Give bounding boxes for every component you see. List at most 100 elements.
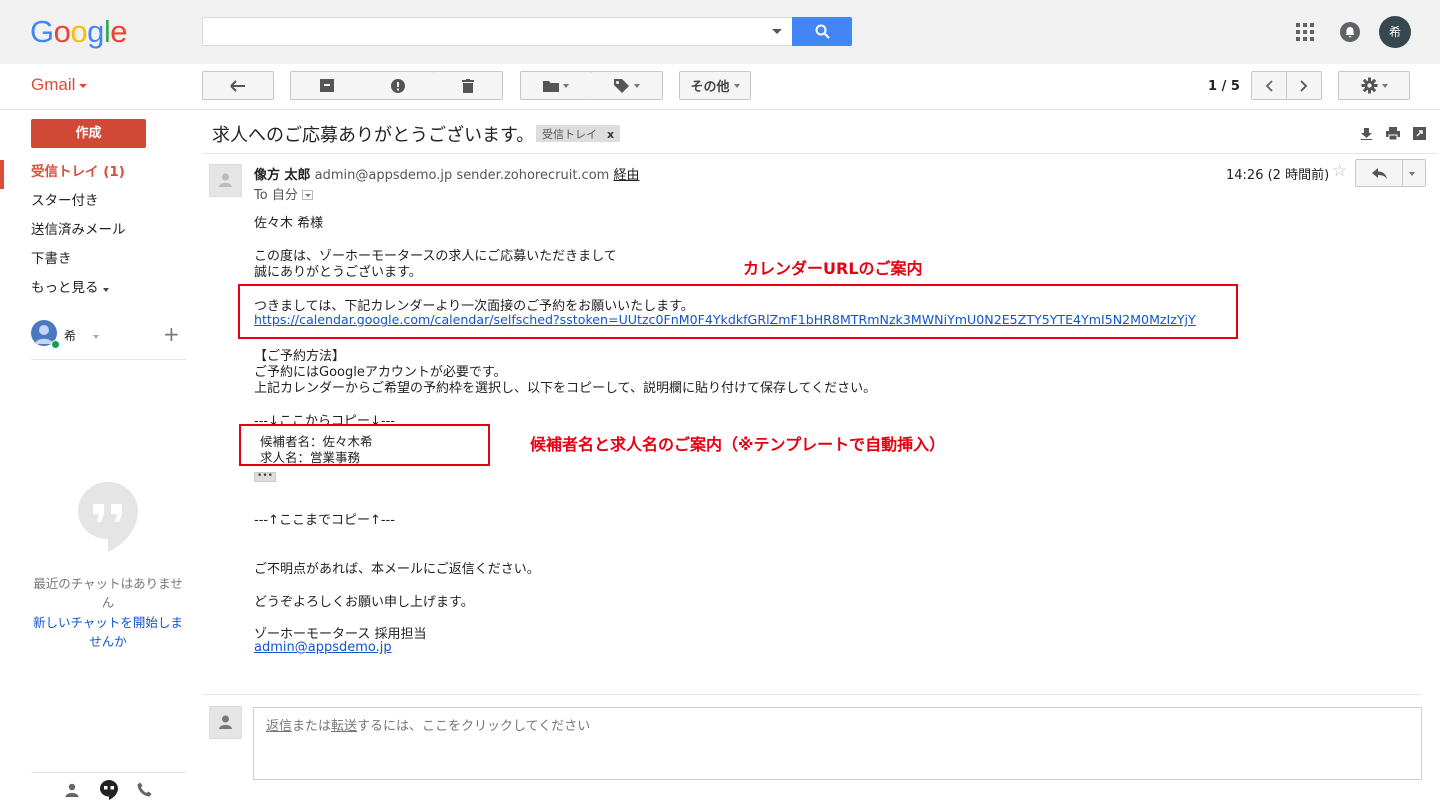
chevron-down-icon xyxy=(733,83,740,88)
chevron-down-icon xyxy=(633,83,640,88)
logo-letter: o xyxy=(70,14,88,49)
archive-icon xyxy=(319,79,334,92)
more-button[interactable]: その他 xyxy=(679,71,751,100)
chevron-down-icon xyxy=(102,288,109,292)
recipient-line: To 自分 xyxy=(254,184,313,203)
add-chat-icon[interactable]: + xyxy=(163,322,180,346)
trash-icon xyxy=(461,78,474,93)
gmail-menu[interactable]: Gmail xyxy=(31,75,88,95)
report-spam-button[interactable] xyxy=(362,71,434,100)
labels-button[interactable] xyxy=(591,71,663,100)
search-icon xyxy=(815,24,830,39)
person-icon xyxy=(219,715,232,729)
settings-button[interactable] xyxy=(1338,71,1410,100)
label-chip-text: 受信トレイ xyxy=(542,128,597,141)
chat-status-menu[interactable]: 希 + xyxy=(31,320,186,352)
chevron-down-icon xyxy=(79,83,88,88)
message-time: 14:26 (2 時間前) xyxy=(1226,168,1330,183)
person-icon xyxy=(219,173,232,187)
reply-button[interactable] xyxy=(1355,159,1403,187)
reply-prompt[interactable]: 返信または転送するには、ここをクリックしてください xyxy=(266,715,590,734)
chevron-down-icon xyxy=(563,83,569,88)
reply-link[interactable]: 返信 xyxy=(266,719,292,734)
start-new-chat-link[interactable]: 新しいチャットを開始しませんか xyxy=(28,613,188,651)
sidebar-item-inbox[interactable]: 受信トレイ (1) xyxy=(0,160,190,189)
divider xyxy=(202,694,1422,695)
show-details-icon[interactable] xyxy=(301,190,313,200)
reply-prompt-text: するには、ここをクリックしてください xyxy=(357,719,591,734)
calendar-highlight-box xyxy=(238,284,1238,339)
more-actions-button[interactable] xyxy=(1403,159,1426,187)
move-to-button[interactable] xyxy=(520,71,592,100)
sidebar-item-starred[interactable]: スター付き xyxy=(0,189,190,218)
chat-bottom-bar xyxy=(31,772,186,805)
notifications-icon[interactable] xyxy=(1340,22,1360,42)
forward-link[interactable]: 転送 xyxy=(331,719,357,734)
compose-button[interactable]: 作成 xyxy=(31,119,146,148)
hangouts-quote-icon xyxy=(78,482,138,552)
label-tag-icon xyxy=(613,78,629,93)
body-paragraph: 上記カレンダーからご希望の予約枠を選択し、以下をコピーして、説明欄に貼り付けて保… xyxy=(254,381,877,396)
search-button[interactable] xyxy=(792,17,852,46)
signature-email-link[interactable]: admin@appsdemo.jp xyxy=(254,640,392,655)
star-icon[interactable]: ☆ xyxy=(1332,161,1347,181)
sidebar-item-drafts[interactable]: 下書き xyxy=(0,247,190,276)
reply-prompt-text: または xyxy=(292,719,332,734)
sidebar-item-label: もっと見る xyxy=(31,280,99,296)
email-subject: 求人へのご応募ありがとうございます。 xyxy=(212,125,535,146)
folder-icon xyxy=(543,80,559,92)
sender-avatar xyxy=(209,164,242,197)
account-avatar[interactable]: 希 xyxy=(1379,16,1411,48)
chevron-left-icon xyxy=(1265,79,1273,92)
logo-letter: g xyxy=(87,14,104,49)
via-link[interactable]: 経由 xyxy=(613,168,639,183)
sidebar-item-more[interactable]: もっと見る xyxy=(0,276,190,305)
greeting: 佐々木 希様 xyxy=(254,216,324,231)
inbox-label-chip[interactable]: 受信トレイ x xyxy=(536,125,621,142)
print-icon[interactable] xyxy=(1386,127,1400,140)
reply-icon xyxy=(1372,168,1387,179)
divider xyxy=(31,359,186,360)
hangouts-icon[interactable] xyxy=(100,780,118,800)
show-trimmed-content-button[interactable]: ••• xyxy=(254,472,276,482)
sidebar-item-sent[interactable]: 送信済みメール xyxy=(0,218,190,247)
phone-icon[interactable] xyxy=(137,782,152,797)
search-input[interactable] xyxy=(202,17,792,46)
google-logo[interactable]: Google xyxy=(30,14,128,50)
back-button[interactable] xyxy=(202,71,274,100)
new-window-icon[interactable] xyxy=(1413,127,1426,140)
archive-button[interactable] xyxy=(290,71,363,100)
template-annotation: 候補者名と求人名のご案内（※テンプレートで自動挿入） xyxy=(530,435,946,454)
apps-grid-icon[interactable] xyxy=(1296,23,1314,41)
logo-letter: e xyxy=(110,14,128,49)
spam-icon xyxy=(390,78,405,93)
sender-name[interactable]: 像方 太郎 xyxy=(254,168,311,183)
sender-line: 像方 太郎 admin@appsdemo.jp sender.zohorecru… xyxy=(254,164,639,183)
sidebar-nav: 受信トレイ (1) スター付き 送信済みメール 下書き もっと見る xyxy=(0,160,190,305)
more-label: その他 xyxy=(690,80,730,95)
logo-letter: o xyxy=(53,14,71,49)
chat-user-name: 希 xyxy=(64,329,77,343)
body-paragraph: ---↑ここまでコピー↑--- xyxy=(254,513,395,528)
back-arrow-icon xyxy=(230,79,245,92)
sender-address: admin@appsdemo.jp sender.zohorecruit.com xyxy=(314,168,610,183)
template-highlight-box xyxy=(239,424,490,466)
calendar-annotation: カレンダーURLのご案内 xyxy=(743,259,923,278)
body-paragraph: どうぞよろしくお願い申し上げます。 xyxy=(254,595,474,610)
page-count: 1 / 5 xyxy=(1208,79,1240,94)
body-paragraph: 誠にありがとうございます。 xyxy=(254,265,422,280)
chevron-right-icon xyxy=(1300,79,1308,92)
contacts-person-icon[interactable] xyxy=(65,783,79,797)
message-actions xyxy=(1360,127,1426,141)
delete-button[interactable] xyxy=(433,71,503,100)
chevron-down-icon xyxy=(1381,83,1388,88)
expand-all-icon[interactable] xyxy=(1360,127,1373,140)
gmail-label: Gmail xyxy=(31,75,76,94)
remove-label-button[interactable]: x xyxy=(607,128,614,141)
logo-letter: G xyxy=(30,14,54,49)
divider xyxy=(202,153,1438,154)
older-button[interactable] xyxy=(1286,71,1322,100)
newer-button[interactable] xyxy=(1251,71,1287,100)
search-options-icon[interactable] xyxy=(772,29,782,34)
chevron-down-icon xyxy=(93,335,99,339)
